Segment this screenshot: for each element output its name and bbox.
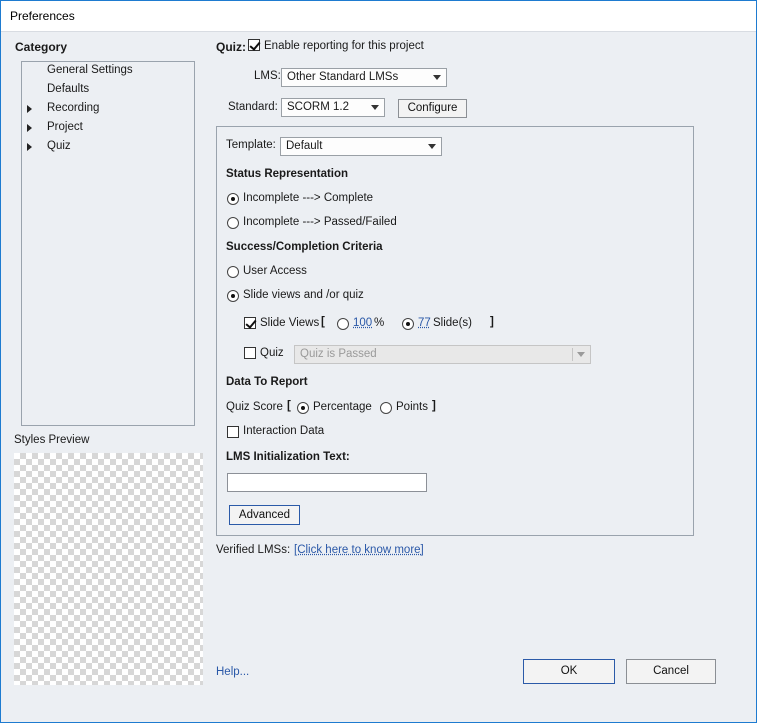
styles-preview-canvas	[14, 453, 203, 685]
slides-radio[interactable]	[402, 318, 414, 330]
chevron-down-icon	[433, 75, 441, 80]
user-access-radio[interactable]	[227, 266, 239, 278]
percent-symbol: %	[374, 317, 385, 329]
standard-label: Standard:	[228, 101, 278, 113]
quiz-label: Quiz:	[216, 40, 246, 54]
category-tree[interactable]: General Settings Defaults Recording Proj…	[21, 61, 195, 426]
tree-item-general-settings[interactable]: General Settings	[47, 64, 133, 76]
percent-radio[interactable]	[337, 318, 349, 330]
preferences-dialog: Preferences Category General Settings De…	[0, 0, 757, 723]
title-bar: Preferences	[1, 1, 756, 32]
score-bracket-close: ]	[432, 400, 436, 412]
dropdown-separator	[572, 348, 573, 361]
tree-item-recording[interactable]: Recording	[47, 102, 99, 114]
percentage-radio[interactable]	[297, 402, 309, 414]
expand-arrow-icon[interactable]	[27, 124, 32, 132]
status-complete-label: Incomplete ---> Complete	[243, 192, 374, 204]
slides-suffix: Slide(s)	[433, 317, 472, 329]
ok-button[interactable]: OK	[523, 659, 615, 684]
quiz-criteria-dropdown[interactable]: Quiz is Passed	[294, 345, 591, 364]
lms-label: LMS:	[254, 70, 281, 82]
tree-item-project[interactable]: Project	[47, 121, 83, 133]
points-radio[interactable]	[380, 402, 392, 414]
verified-lms-label: Verified LMSs:	[216, 544, 291, 556]
status-passed-failed-label: Incomplete ---> Passed/Failed	[243, 216, 397, 228]
template-dropdown[interactable]: Default	[280, 137, 442, 156]
user-access-label: User Access	[243, 265, 307, 277]
data-to-report-heading: Data To Report	[226, 376, 308, 388]
expand-arrow-icon[interactable]	[27, 143, 32, 151]
enable-reporting-checkbox[interactable]	[248, 39, 260, 51]
slides-value[interactable]: 77	[418, 317, 431, 329]
help-link[interactable]: Help...	[216, 666, 249, 678]
lms-init-text-input[interactable]	[227, 473, 427, 492]
advanced-button[interactable]: Advanced	[229, 505, 300, 525]
template-label: Template:	[226, 139, 276, 151]
status-passed-failed-radio[interactable]	[227, 217, 239, 229]
template-dropdown-value: Default	[286, 140, 323, 152]
quiz-criteria-dropdown-value: Quiz is Passed	[300, 348, 377, 360]
score-bracket-open: [	[287, 400, 291, 412]
chevron-down-icon	[577, 352, 585, 357]
status-complete-radio[interactable]	[227, 193, 239, 205]
verified-lms-link[interactable]: [Click here to know more]	[294, 544, 424, 556]
cancel-button[interactable]: Cancel	[626, 659, 716, 684]
interaction-data-label: Interaction Data	[243, 425, 325, 437]
success-criteria-heading: Success/Completion Criteria	[226, 241, 383, 253]
bracket-open: [	[321, 316, 325, 328]
chevron-down-icon	[428, 144, 436, 149]
standard-dropdown-value: SCORM 1.2	[287, 101, 349, 113]
lms-dropdown-value: Other Standard LMSs	[287, 71, 399, 83]
percent-value[interactable]: 100	[353, 317, 372, 329]
reporting-options-group: Template: Default Status Representation …	[216, 126, 694, 536]
category-heading: Category	[15, 40, 68, 54]
window-title: Preferences	[10, 9, 75, 23]
configure-button[interactable]: Configure	[398, 99, 467, 118]
status-representation-heading: Status Representation	[226, 168, 349, 180]
lms-init-text-label: LMS Initialization Text:	[226, 451, 350, 463]
quiz-criteria-checkbox[interactable]	[244, 347, 256, 359]
slide-views-label: Slide Views	[260, 317, 320, 329]
standard-dropdown[interactable]: SCORM 1.2	[281, 98, 385, 117]
enable-reporting-label: Enable reporting for this project	[264, 40, 424, 52]
slide-views-quiz-radio[interactable]	[227, 290, 239, 302]
interaction-data-checkbox[interactable]	[227, 426, 239, 438]
slide-views-quiz-label: Slide views and /or quiz	[243, 289, 364, 301]
quiz-criteria-label: Quiz	[260, 347, 284, 359]
tree-item-quiz[interactable]: Quiz	[47, 140, 71, 152]
points-label: Points	[396, 401, 428, 413]
slide-views-checkbox[interactable]	[244, 317, 256, 329]
styles-preview-label: Styles Preview	[14, 434, 90, 446]
expand-arrow-icon[interactable]	[27, 105, 32, 113]
lms-dropdown[interactable]: Other Standard LMSs	[281, 68, 447, 87]
percentage-label: Percentage	[313, 401, 372, 413]
bracket-close: ]	[490, 316, 494, 328]
quiz-score-label: Quiz Score	[226, 401, 283, 413]
tree-item-defaults[interactable]: Defaults	[47, 83, 89, 95]
chevron-down-icon	[371, 105, 379, 110]
